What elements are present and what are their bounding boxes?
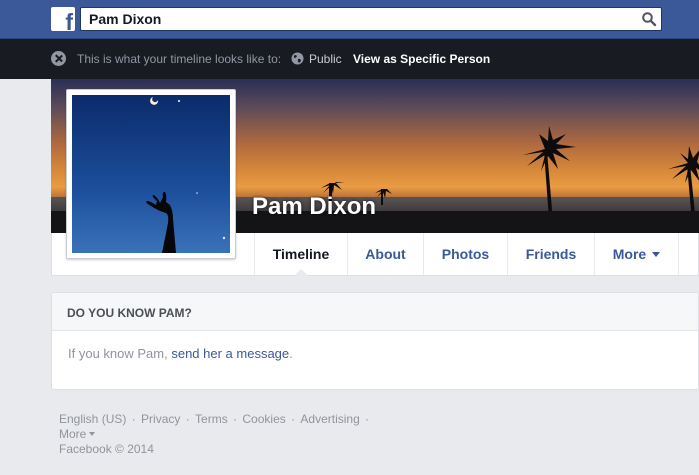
profile-photo-image xyxy=(72,95,230,253)
tab-about-label: About xyxy=(365,246,406,262)
do-you-know-card: DO YOU KNOW PAM? If you know Pam, send h… xyxy=(51,292,699,390)
tab-more-label: More xyxy=(612,246,647,262)
footer-more-link[interactable]: More xyxy=(59,427,86,441)
footer-link-terms[interactable]: Terms xyxy=(195,412,228,426)
chevron-down-icon xyxy=(89,432,96,436)
tab-friends[interactable]: Friends xyxy=(507,233,594,275)
card-text-after: . xyxy=(289,346,293,361)
tab-friends-label: Friends xyxy=(525,246,577,262)
view-as-bar: This is what your timeline looks like to… xyxy=(0,39,699,79)
view-as-message: This is what your timeline looks like to… xyxy=(77,52,282,66)
search-box[interactable] xyxy=(80,7,662,31)
footer: English (US) · Privacy · Terms · Cookies… xyxy=(59,412,370,456)
globe-icon xyxy=(291,52,304,65)
facebook-logo[interactable]: f xyxy=(51,7,75,31)
tab-photos[interactable]: Photos xyxy=(423,233,507,275)
chevron-down-icon xyxy=(652,252,661,257)
top-navigation-bar: f xyxy=(0,0,699,39)
tab-timeline[interactable]: Timeline xyxy=(254,233,347,276)
tab-timeline-label: Timeline xyxy=(272,246,330,262)
active-tab-indicator xyxy=(294,269,308,276)
footer-link-language[interactable]: English (US) xyxy=(59,412,126,426)
profile-name[interactable]: Pam Dixon xyxy=(252,193,376,221)
profile-picture[interactable] xyxy=(66,89,236,259)
close-icon[interactable] xyxy=(51,51,66,66)
audience-label[interactable]: Public xyxy=(309,52,342,66)
tab-about[interactable]: About xyxy=(347,233,423,275)
view-as-specific-person-link[interactable]: View as Specific Person xyxy=(353,52,490,66)
card-message: If you know Pam, send her a message. xyxy=(68,346,293,361)
send-message-link[interactable]: send her a message xyxy=(171,346,289,361)
footer-link-privacy[interactable]: Privacy xyxy=(141,412,180,426)
card-title: DO YOU KNOW PAM? xyxy=(52,293,698,331)
tab-more[interactable]: More xyxy=(594,233,679,275)
search-input[interactable] xyxy=(81,8,621,30)
footer-copyright: Facebook © 2014 xyxy=(59,442,154,456)
footer-link-cookies[interactable]: Cookies xyxy=(242,412,285,426)
tab-photos-label: Photos xyxy=(441,246,490,262)
footer-link-advertising[interactable]: Advertising xyxy=(300,412,359,426)
card-text-before: If you know Pam, xyxy=(68,346,168,361)
search-icon[interactable] xyxy=(641,11,657,27)
